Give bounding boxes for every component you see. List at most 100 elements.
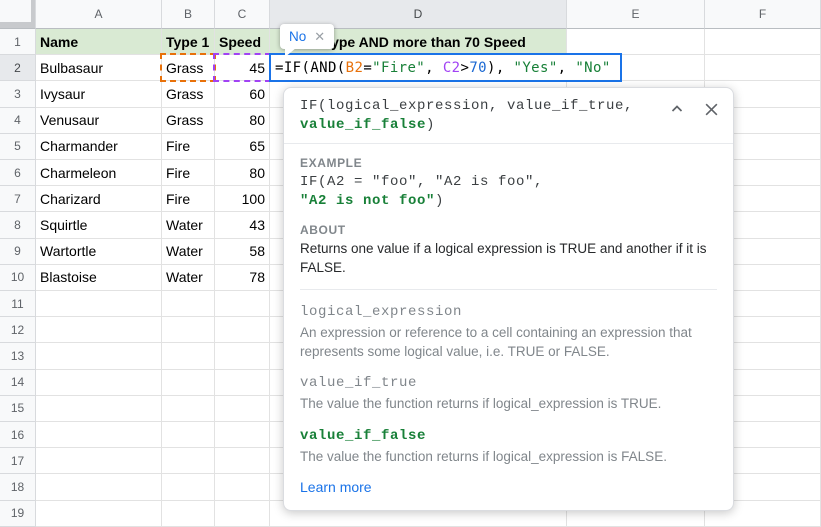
syntax-prefix: IF(logical_expression, value_if_true, xyxy=(300,98,633,114)
column-header-e[interactable]: E xyxy=(567,0,705,29)
cell-b13[interactable] xyxy=(162,343,215,369)
example-section: EXAMPLE IF(A2 = "foo", "A2 is foo", "A2 … xyxy=(284,144,733,211)
row-header-17[interactable]: 17 xyxy=(0,448,36,474)
row-header-5[interactable]: 5 xyxy=(0,134,36,160)
cell-c10[interactable]: 78 xyxy=(215,265,270,291)
cell-a10[interactable]: Blastoise xyxy=(36,265,162,291)
cell-a5[interactable]: Charmander xyxy=(36,134,162,160)
cell-c18[interactable] xyxy=(215,474,270,500)
function-syntax: IF(logical_expression, value_if_true, va… xyxy=(300,97,667,135)
cell-c14[interactable] xyxy=(215,370,270,396)
cell-b5[interactable]: Fire xyxy=(162,134,215,160)
row-header-1[interactable]: 1 xyxy=(0,29,36,55)
cell-editor-d2[interactable]: =IF(AND(B2="Fire", C2>70), "Yes", "No" xyxy=(269,53,622,82)
cell-a19[interactable] xyxy=(36,501,162,527)
cell-f2[interactable] xyxy=(705,55,821,81)
cell-c3[interactable]: 60 xyxy=(215,81,270,107)
cell-c2[interactable]: 45 xyxy=(215,55,270,81)
cell-e1[interactable] xyxy=(567,29,705,55)
cell-a18[interactable] xyxy=(36,474,162,500)
cell-a11[interactable] xyxy=(36,291,162,317)
cell-b16[interactable] xyxy=(162,422,215,448)
example-line1: IF(A2 = "foo", "A2 is foo", xyxy=(300,174,543,190)
cell-a3[interactable]: Ivysaur xyxy=(36,81,162,107)
cell-a14[interactable] xyxy=(36,370,162,396)
cell-a2[interactable]: Bulbasaur xyxy=(36,55,162,81)
cell-a4[interactable]: Venusaur xyxy=(36,108,162,134)
cell-a6[interactable]: Charmeleon xyxy=(36,160,162,186)
column-header-b[interactable]: B xyxy=(162,0,215,29)
row-header-2[interactable]: 2 xyxy=(0,55,36,81)
row-header-13[interactable]: 13 xyxy=(0,343,36,369)
row-header-10[interactable]: 10 xyxy=(0,265,36,291)
formula-token: "Fire" xyxy=(372,60,425,76)
cell-b15[interactable] xyxy=(162,396,215,422)
row-header-9[interactable]: 9 xyxy=(0,239,36,265)
column-header-a[interactable]: A xyxy=(36,0,162,29)
close-icon[interactable] xyxy=(701,99,721,119)
cell-a16[interactable] xyxy=(36,422,162,448)
cell-a7[interactable]: Charizard xyxy=(36,186,162,212)
cell-b2[interactable]: Grass xyxy=(162,55,215,81)
row-header-14[interactable]: 14 xyxy=(0,370,36,396)
cell-b14[interactable] xyxy=(162,370,215,396)
learn-more-link[interactable]: Learn more xyxy=(300,479,372,495)
cell-c12[interactable] xyxy=(215,317,270,343)
cell-a9[interactable]: Wartortle xyxy=(36,239,162,265)
cell-c8[interactable]: 43 xyxy=(215,212,270,238)
row-header-11[interactable]: 11 xyxy=(0,291,36,317)
parameter-description: An expression or reference to a cell con… xyxy=(300,324,717,361)
cell-b3[interactable]: Grass xyxy=(162,81,215,107)
cell-a1[interactable]: Name xyxy=(36,29,162,55)
cell-c17[interactable] xyxy=(215,448,270,474)
cell-c16[interactable] xyxy=(215,422,270,448)
row-header-4[interactable]: 4 xyxy=(0,108,36,134)
cell-b10[interactable]: Water xyxy=(162,265,215,291)
parameter-name: value_if_false xyxy=(300,427,717,446)
cell-b9[interactable]: Water xyxy=(162,239,215,265)
cell-b1[interactable]: Type 1 xyxy=(162,29,215,55)
cell-f1[interactable] xyxy=(705,29,821,55)
cell-c5[interactable]: 65 xyxy=(215,134,270,160)
cell-b19[interactable] xyxy=(162,501,215,527)
close-icon[interactable]: ✕ xyxy=(314,30,325,43)
column-header-f[interactable]: F xyxy=(705,0,821,29)
cell-a17[interactable] xyxy=(36,448,162,474)
cell-b11[interactable] xyxy=(162,291,215,317)
row-header-12[interactable]: 12 xyxy=(0,317,36,343)
cell-b8[interactable]: Water xyxy=(162,212,215,238)
cell-c15[interactable] xyxy=(215,396,270,422)
row-header-3[interactable]: 3 xyxy=(0,81,36,107)
cell-a8[interactable]: Squirtle xyxy=(36,212,162,238)
cell-a15[interactable] xyxy=(36,396,162,422)
cell-b18[interactable] xyxy=(162,474,215,500)
row-header-19[interactable]: 19 xyxy=(0,501,36,527)
cell-b12[interactable] xyxy=(162,317,215,343)
parameter-name: logical_expression xyxy=(300,303,717,322)
cell-b7[interactable]: Fire xyxy=(162,186,215,212)
cell-c1[interactable]: Speed xyxy=(215,29,270,55)
cell-c11[interactable] xyxy=(215,291,270,317)
row-header-16[interactable]: 16 xyxy=(0,422,36,448)
row-header-6[interactable]: 6 xyxy=(0,160,36,186)
cell-c7[interactable]: 100 xyxy=(215,186,270,212)
row-header-8[interactable]: 8 xyxy=(0,212,36,238)
cell-b17[interactable] xyxy=(162,448,215,474)
about-text: Returns one value if a logical expressio… xyxy=(300,240,717,277)
cell-c9[interactable]: 58 xyxy=(215,239,270,265)
column-header-c[interactable]: C xyxy=(215,0,270,29)
cell-c19[interactable] xyxy=(215,501,270,527)
cell-a12[interactable] xyxy=(36,317,162,343)
cell-b6[interactable]: Fire xyxy=(162,160,215,186)
row-header-18[interactable]: 18 xyxy=(0,474,36,500)
formula-token: = xyxy=(363,60,372,76)
cell-c6[interactable]: 80 xyxy=(215,160,270,186)
row-header-15[interactable]: 15 xyxy=(0,396,36,422)
cell-c13[interactable] xyxy=(215,343,270,369)
collapse-chevron-icon[interactable] xyxy=(667,99,687,119)
cell-a13[interactable] xyxy=(36,343,162,369)
row-header-7[interactable]: 7 xyxy=(0,186,36,212)
cell-c4[interactable]: 80 xyxy=(215,108,270,134)
select-all-corner[interactable] xyxy=(0,0,36,29)
cell-b4[interactable]: Grass xyxy=(162,108,215,134)
